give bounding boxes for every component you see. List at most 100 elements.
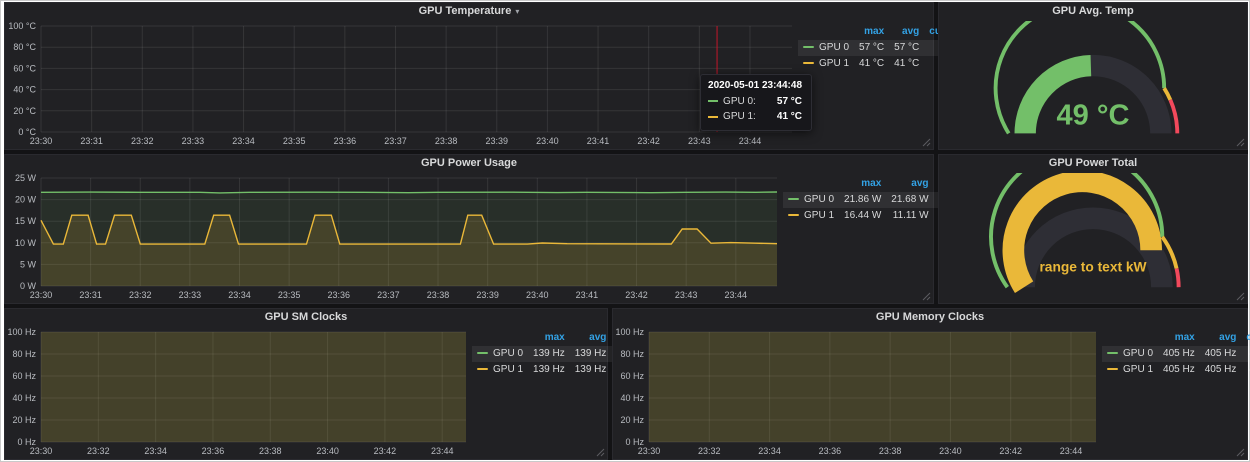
chart-area: 23:3023:3123:3223:3323:3423:3523:3623:37… [5, 19, 933, 147]
svg-text:23:41: 23:41 [576, 290, 599, 300]
legend-series-gpu-0[interactable]: GPU 0 [798, 40, 854, 56]
panel-gpu-memory-clocks: GPU Memory Clocks 23:3023:3223:3423:3623… [612, 308, 1248, 460]
legend-stat-avg: 21.68 W [886, 192, 933, 208]
panel-resize-handle[interactable] [596, 448, 605, 457]
legend-stat-avg: 405 Hz [1200, 362, 1242, 378]
svg-text:80 °C: 80 °C [13, 42, 36, 52]
legend-header-avg[interactable]: avg [1200, 330, 1242, 346]
svg-text:23:42: 23:42 [637, 136, 660, 146]
panel-resize-handle[interactable] [1236, 138, 1245, 147]
legend-stat-current: 405 Hz [1241, 346, 1250, 362]
svg-text:23:41: 23:41 [587, 136, 610, 146]
svg-text:23:33: 23:33 [182, 136, 205, 146]
legend-series-gpu-1[interactable]: GPU 1 [472, 362, 528, 378]
svg-text:23:37: 23:37 [377, 290, 400, 300]
panel-header-gpu-temperature[interactable]: GPU Temperature ▾ [5, 3, 933, 20]
series-color-swatch [477, 352, 488, 354]
legend-header-avg[interactable]: avg [889, 24, 924, 40]
svg-text:60 Hz: 60 Hz [12, 371, 36, 381]
svg-text:23:32: 23:32 [129, 290, 152, 300]
tooltip-timestamp: 2020-05-01 23:44:48 [708, 80, 802, 91]
chart-canvas: 23:3023:3223:3423:3623:3823:4023:4223:44… [613, 325, 1102, 457]
svg-text:23:34: 23:34 [232, 136, 255, 146]
gauge-value-text: 49 °C [1057, 100, 1130, 132]
svg-text:20 °C: 20 °C [13, 106, 36, 116]
legend-series-gpu-1[interactable]: GPU 1 [783, 208, 839, 224]
svg-text:40 Hz: 40 Hz [620, 393, 644, 403]
panel-header-gpu-power-total[interactable]: GPU Power Total [939, 155, 1247, 172]
svg-text:23:32: 23:32 [87, 446, 110, 456]
svg-text:23:39: 23:39 [485, 136, 508, 146]
legend-series-gpu-0[interactable]: GPU 0 [783, 192, 839, 208]
legend-corner [1102, 330, 1158, 346]
legend-header-current[interactable]: current [1241, 330, 1250, 346]
legend-header-max[interactable]: max [1158, 330, 1200, 346]
panel-resize-handle[interactable] [1236, 292, 1245, 301]
svg-text:23:30: 23:30 [30, 290, 53, 300]
svg-text:23:35: 23:35 [283, 136, 306, 146]
svg-text:23:43: 23:43 [688, 136, 711, 146]
svg-text:23:30: 23:30 [30, 136, 53, 146]
gauge-threshold-segment-2 [1177, 269, 1179, 288]
chart-canvas: 23:3023:3123:3223:3323:3423:3523:3623:37… [5, 171, 783, 301]
gauge-value-text: range to text kW [1039, 259, 1146, 274]
legend-stat-max: 41 °C [854, 56, 889, 72]
panel-header-gpu-memory-clocks[interactable]: GPU Memory Clocks [613, 309, 1247, 326]
svg-text:23:40: 23:40 [939, 446, 962, 456]
panel-resize-handle[interactable] [922, 138, 931, 147]
series-color-swatch [803, 62, 814, 64]
panel-gpu-avg-temp: GPU Avg. Temp 49 °C [938, 2, 1248, 150]
series-color-swatch [1107, 368, 1118, 370]
legend-stat-max: 139 Hz [528, 362, 570, 378]
gauge-threshold-segment-2 [1170, 100, 1177, 133]
svg-text:23:44: 23:44 [739, 136, 762, 146]
svg-text:20 W: 20 W [15, 195, 37, 205]
legend-series-gpu-1[interactable]: GPU 1 [798, 56, 854, 72]
legend-stat-avg: 405 Hz [1200, 346, 1242, 362]
series-fill-gpu-1 [649, 332, 1096, 442]
panel-header-gpu-sm-clocks[interactable]: GPU SM Clocks [5, 309, 607, 326]
legend-row: GPU 1405 Hz405 Hz405 Hz [1102, 362, 1250, 378]
panel-title[interactable]: GPU Avg. Temp [1052, 3, 1134, 20]
power-usage-plot[interactable]: 23:3023:3123:3223:3323:3423:3523:3623:37… [5, 171, 783, 301]
panel-title[interactable]: GPU Power Total [1049, 155, 1137, 172]
chart-tooltip: 2020-05-01 23:44:48GPU 0:57 °CGPU 1:41 °… [700, 74, 812, 131]
legend-series-gpu-0[interactable]: GPU 0 [472, 346, 528, 362]
sm-clocks-plot[interactable]: 23:3023:3223:3423:3623:3823:4023:4223:44… [5, 325, 472, 457]
legend-header-avg[interactable]: avg [886, 176, 933, 192]
svg-text:23:44: 23:44 [725, 290, 748, 300]
legend-stat-max: 57 °C [854, 40, 889, 56]
panel-title[interactable]: GPU Temperature [419, 3, 512, 20]
svg-text:80 Hz: 80 Hz [620, 349, 644, 359]
legend-corner [472, 330, 528, 346]
tooltip-row: GPU 0:57 °C [708, 94, 802, 110]
memory-clocks-plot[interactable]: 23:3023:3223:3423:3623:3823:4023:4223:44… [613, 325, 1102, 457]
gauge-canvas: range to text kW [943, 173, 1243, 299]
chevron-down-icon[interactable]: ▾ [515, 7, 519, 16]
temperature-plot[interactable]: 23:3023:3123:3223:3323:3423:3523:3623:37… [5, 19, 798, 147]
panel-title[interactable]: GPU Memory Clocks [876, 309, 984, 326]
panel-resize-handle[interactable] [922, 292, 931, 301]
legend-header-max[interactable]: max [854, 24, 889, 40]
series-line-gpu-0 [41, 192, 777, 193]
power-usage-legend: maxavgcurrentGPU 021.86 W21.68 W21.77 WG… [783, 171, 933, 301]
panel-header-gpu-avg-temp[interactable]: GPU Avg. Temp [939, 3, 1247, 20]
legend-series-gpu-0[interactable]: GPU 0 [1102, 346, 1158, 362]
panel-title[interactable]: GPU SM Clocks [265, 309, 348, 326]
legend-header-max[interactable]: max [528, 330, 570, 346]
svg-text:100 Hz: 100 Hz [7, 327, 36, 337]
legend-header-avg[interactable]: avg [570, 330, 612, 346]
legend-header-max[interactable]: max [839, 176, 886, 192]
svg-text:60 Hz: 60 Hz [620, 371, 644, 381]
svg-text:23:30: 23:30 [638, 446, 661, 456]
svg-text:23:44: 23:44 [1060, 446, 1083, 456]
svg-text:23:36: 23:36 [819, 446, 842, 456]
panel-resize-handle[interactable] [1236, 448, 1245, 457]
panel-title[interactable]: GPU Power Usage [421, 155, 517, 172]
panel-header-gpu-power-usage[interactable]: GPU Power Usage [5, 155, 933, 172]
screenshot-frame: GPU Temperature ▾ 23:3023:3123:3223:3323… [0, 0, 1250, 462]
series-color-swatch [477, 368, 488, 370]
legend-series-gpu-1[interactable]: GPU 1 [1102, 362, 1158, 378]
legend-stat-max: 21.86 W [839, 192, 886, 208]
chart-canvas: 23:3023:3123:3223:3323:3423:3523:3623:37… [5, 19, 798, 147]
